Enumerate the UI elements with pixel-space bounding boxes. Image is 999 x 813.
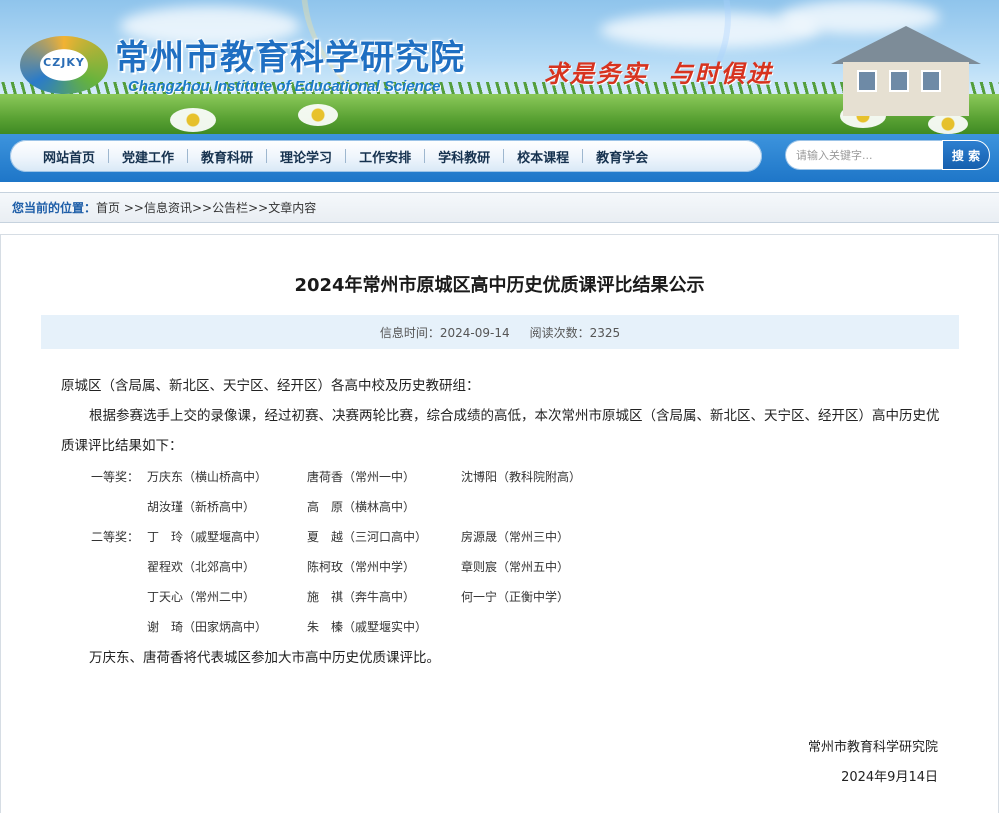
award-row: 谢 琦（田家炳高中） 朱 榛（戚墅堰实中） bbox=[61, 611, 941, 641]
article-meta: 信息时间：2024-09-14 阅读次数：2325 bbox=[41, 315, 959, 349]
award-row: 一等奖： 万庆东（横山桥高中） 唐荷香（常州一中） 沈博阳（教科院附高） bbox=[61, 461, 941, 491]
award-winner: 房源晟（常州三中） bbox=[461, 529, 570, 544]
nav-item-school-courses[interactable]: 校本课程 bbox=[504, 147, 582, 166]
closing-paragraph: 万庆东、唐荷香将代表城区参加大市高中历史优质课评比。 bbox=[89, 650, 440, 666]
award-winner: 陈柯玫（常州中学） bbox=[307, 559, 416, 574]
award-row: 胡汝瑾（新桥高中） 高 原（横林高中） bbox=[61, 491, 941, 521]
slogan: 求是务实 与时俱进 bbox=[544, 59, 773, 88]
article-body: 原城区（含局属、新北区、天宁区、经开区）各高中校及历史教研组： 根据参赛选手上交… bbox=[61, 371, 941, 673]
award-winner: 万庆东（横山桥高中） bbox=[147, 469, 268, 484]
nav-item-subject-research[interactable]: 学科教研 bbox=[425, 147, 503, 166]
salutation: 原城区（含局属、新北区、天宁区、经开区）各高中校及历史教研组： bbox=[61, 378, 480, 394]
article-date: 信息时间：2024-09-14 bbox=[379, 325, 510, 340]
nav-item-edu-research[interactable]: 教育科研 bbox=[188, 147, 266, 166]
award-winner: 夏 越（三河口高中） bbox=[307, 529, 428, 544]
award-row: 二等奖： 丁 玲（戚墅堰高中） 夏 越（三河口高中） 房源晟（常州三中） bbox=[61, 521, 941, 551]
main-nav-bar: 网站首页 党建工作 教育科研 理论学习 工作安排 学科教研 校本课程 教育学会 … bbox=[0, 134, 999, 182]
award-winner: 章则宸（常州五中） bbox=[461, 559, 570, 574]
breadcrumb-label: 您当前的位置： bbox=[12, 201, 97, 215]
main-nav: 网站首页 党建工作 教育科研 理论学习 工作安排 学科教研 校本课程 教育学会 bbox=[10, 140, 762, 172]
award-winner: 何一宁（正衡中学） bbox=[461, 589, 570, 604]
article-title: 2024年常州市原城区高中历史优质课评比结果公示 bbox=[294, 275, 705, 296]
house-illustration bbox=[831, 26, 981, 116]
institute-name-cn: 常州市教育科学研究院 bbox=[115, 38, 465, 78]
logo-abbr: CZJKY bbox=[43, 56, 85, 69]
search-input[interactable] bbox=[785, 140, 943, 170]
award-list: 一等奖： 万庆东（横山桥高中） 唐荷香（常州一中） 沈博阳（教科院附高） 胡汝瑾… bbox=[61, 461, 941, 641]
award-winner: 施 祺（奔牛高中） bbox=[307, 589, 416, 604]
award-row: 翟程欢（北郊高中） 陈柯玫（常州中学） 章则宸（常州五中） bbox=[61, 551, 941, 581]
award-winner: 胡汝瑾（新桥高中） bbox=[147, 499, 256, 514]
institute-logo: CZJKY bbox=[20, 36, 108, 94]
nav-item-theory-study[interactable]: 理论学习 bbox=[267, 147, 345, 166]
award-winner: 翟程欢（北郊高中） bbox=[147, 559, 256, 574]
award-winner: 唐荷香（常州一中） bbox=[307, 469, 416, 484]
breadcrumb-home-link[interactable]: 首页 bbox=[96, 199, 120, 216]
search-button[interactable]: 搜 索 bbox=[942, 140, 990, 170]
award-winner: 谢 琦（田家炳高中） bbox=[147, 619, 268, 634]
award-level: 二等奖： bbox=[91, 529, 140, 544]
breadcrumb: 您当前的位置： 首页 >>信息资讯 >>公告栏 >>文章内容 bbox=[0, 192, 999, 223]
nav-item-work-schedule[interactable]: 工作安排 bbox=[346, 147, 424, 166]
signature-org: 常州市教育科学研究院 bbox=[807, 740, 938, 755]
nav-item-party-building[interactable]: 党建工作 bbox=[109, 147, 187, 166]
signature-date: 2024年9月14日 bbox=[841, 770, 938, 785]
intro-paragraph: 根据参赛选手上交的录像课，经过初赛、决赛两轮比赛，综合成绩的高低，本次常州市原城… bbox=[61, 408, 940, 454]
award-winner: 沈博阳（教科院附高） bbox=[461, 469, 582, 484]
award-winner: 丁 玲（戚墅堰高中） bbox=[147, 529, 268, 544]
breadcrumb-news-link[interactable]: >>信息资讯 bbox=[120, 199, 192, 216]
nav-item-home[interactable]: 网站首页 bbox=[30, 147, 108, 166]
award-winner: 高 原（横林高中） bbox=[307, 499, 416, 514]
article-panel: 2024年常州市原城区高中历史优质课评比结果公示 信息时间：2024-09-14… bbox=[0, 234, 999, 813]
breadcrumb-notice-link[interactable]: >>公告栏 bbox=[192, 199, 248, 216]
nav-item-edu-society[interactable]: 教育学会 bbox=[583, 147, 661, 166]
award-row: 丁天心（常州二中） 施 祺（奔牛高中） 何一宁（正衡中学） bbox=[61, 581, 941, 611]
site-banner: CZJKY 常州市教育科学研究院 Changzhou Institute of … bbox=[0, 0, 999, 134]
signature-block: 常州市教育科学研究院 2024年9月14日 bbox=[808, 733, 938, 793]
award-level: 一等奖： bbox=[91, 469, 140, 484]
article-views: 阅读次数：2325 bbox=[529, 325, 621, 340]
institute-name-en: Changzhou Institute of Educational Scien… bbox=[128, 78, 441, 95]
award-winner: 朱 榛（戚墅堰实中） bbox=[307, 619, 428, 634]
award-winner: 丁天心（常州二中） bbox=[147, 589, 256, 604]
breadcrumb-article-link[interactable]: >>文章内容 bbox=[248, 199, 316, 216]
